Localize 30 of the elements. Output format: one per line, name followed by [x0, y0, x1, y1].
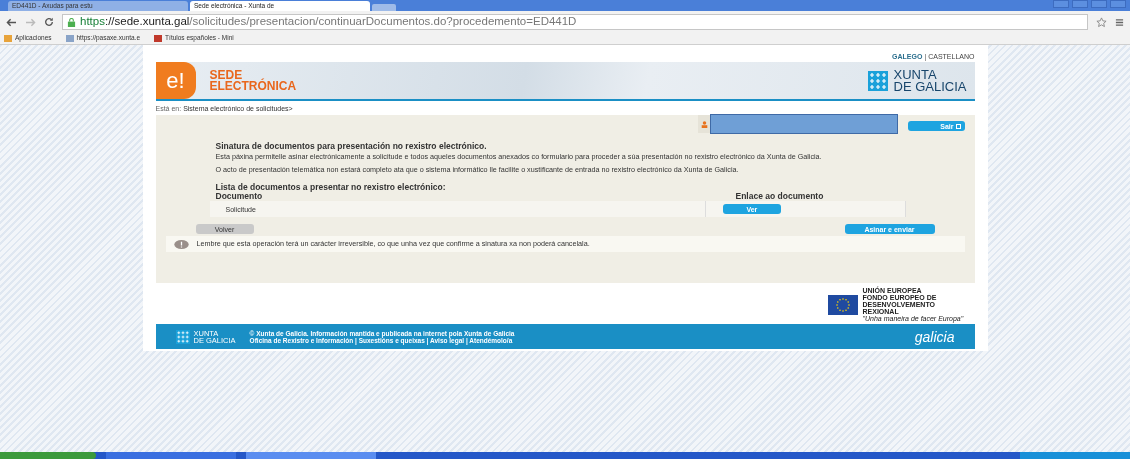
- sede-logo-mark: e!: [155, 62, 196, 99]
- start-button[interactable]: [0, 452, 96, 459]
- window-control[interactable]: [1053, 0, 1069, 8]
- window-control[interactable]: [1110, 0, 1126, 8]
- footer-emblem-icon: [175, 329, 190, 344]
- taskbar-button[interactable]: [106, 452, 236, 459]
- lock-icon: [67, 17, 76, 27]
- menu-icon[interactable]: [1115, 17, 1124, 27]
- close-icon: [955, 123, 961, 129]
- taskbar-button[interactable]: [246, 452, 376, 459]
- eu-flag-icon: [826, 294, 859, 315]
- star-icon[interactable]: [1096, 16, 1107, 28]
- exclamation-icon: [173, 239, 189, 249]
- window-control[interactable]: [1072, 0, 1088, 8]
- window-control[interactable]: [1091, 0, 1107, 8]
- new-tab-button[interactable]: [372, 4, 396, 11]
- forward-arrow-icon[interactable]: [25, 17, 36, 27]
- column-header: Enlace ao documento: [735, 192, 824, 201]
- list-title: Lista de documentos a presentar no rexistro electrónico:: [215, 183, 447, 192]
- xunta-brand: XUNTA DE GALICIA: [893, 68, 967, 93]
- galicia-logo: galicia: [914, 329, 955, 344]
- column-header: Documento: [215, 192, 264, 201]
- sede-title: SEDE ELECTRÓNICA: [209, 69, 297, 92]
- address-bar[interactable]: https://sede.xunta.gal/solicitudes/presentacion/continuarDocumentos.do?procedemento=ED441D: [62, 14, 1088, 30]
- xunta-emblem-icon: [867, 70, 888, 91]
- page-heading: Sinatura de documentos para presentación no rexistro electrónico.: [215, 141, 488, 151]
- user-icon: [700, 120, 708, 128]
- url-text: https://sede.xunta.gal/solicitudes/presentacion/continuarDocumentos.do?procedemento=ED441D: [80, 16, 577, 28]
- back-arrow-icon[interactable]: [6, 17, 17, 27]
- reload-icon[interactable]: [44, 17, 54, 27]
